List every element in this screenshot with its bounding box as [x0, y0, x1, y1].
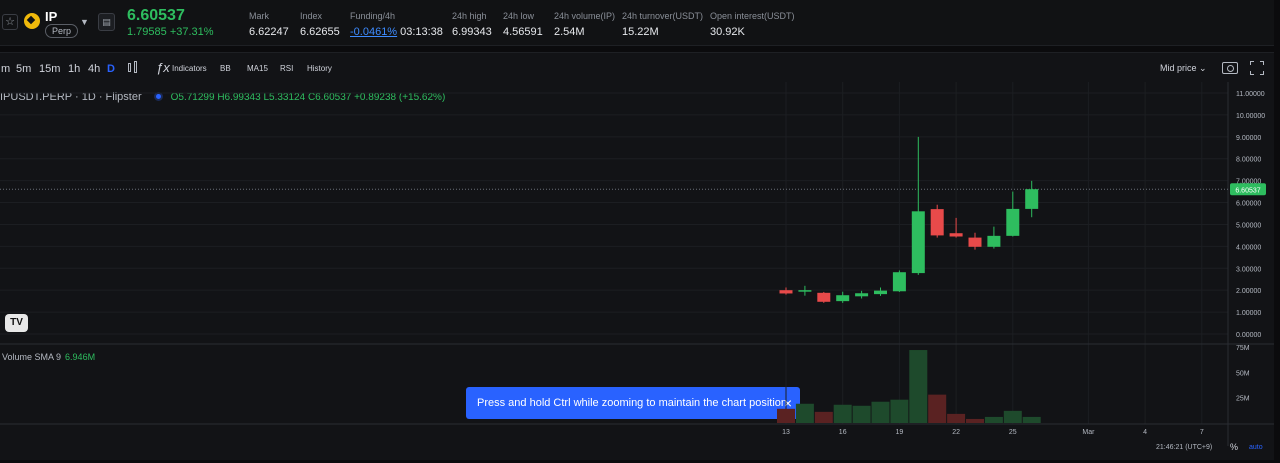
price-chart[interactable]: 11.0000010.000009.000008.000007.000006.0…: [0, 52, 1274, 460]
stat-value: 2.54M: [554, 26, 585, 38]
stat-open-interest: Open interest(USDT) 30.92K: [710, 11, 795, 38]
volume-bar: [947, 413, 966, 423]
price-axis-label: 8.00000: [1236, 157, 1261, 164]
volume-bar: [777, 408, 795, 423]
volume-bar: [795, 403, 814, 423]
candle-body: [779, 290, 793, 294]
price-axis-label: 9.00000: [1236, 135, 1261, 142]
favorite-star-icon[interactable]: ☆: [2, 14, 18, 30]
time-axis-label: 25: [1009, 429, 1017, 436]
candle-body: [874, 290, 887, 295]
candle-body: [1025, 189, 1039, 209]
stat-value: 6.62655: [300, 26, 340, 38]
volume-bar: [852, 405, 871, 423]
price-axis-label: 0.00000: [1236, 332, 1261, 339]
funding-rate-link[interactable]: -0.0461%: [350, 26, 397, 38]
stat-value: 4.56591: [503, 26, 543, 38]
symbol-dropdown-chevron-icon[interactable]: ▼: [80, 17, 89, 27]
volume-axis-label: 75M: [1236, 345, 1250, 352]
stat-funding: Funding/4h -0.0461% 03:13:38: [350, 11, 443, 38]
volume-bar: [966, 418, 984, 423]
time-axis-label: Mar: [1082, 429, 1095, 436]
stat-value: 6.99343: [452, 26, 492, 38]
stat-label: Mark: [249, 11, 269, 21]
price-axis-label: 4.00000: [1236, 244, 1261, 251]
time-axis-label: 19: [896, 429, 904, 436]
coin-logo-icon: [24, 13, 40, 29]
price-axis-label: 10.00000: [1236, 113, 1265, 120]
stat-label: 24h high: [452, 11, 487, 21]
price-change: 1.79585 +37.31%: [127, 26, 214, 38]
last-price: 6.60537: [127, 7, 185, 24]
funding-countdown: 03:13:38: [400, 26, 443, 38]
price-axis-label: 11.00000: [1236, 91, 1265, 98]
stat-value: 6.62247: [249, 26, 289, 38]
volume-axis-label: 50M: [1236, 370, 1250, 377]
stat-index: Index 6.62655: [300, 11, 340, 38]
candle-body: [911, 211, 925, 274]
time-axis-label: 4: [1143, 429, 1147, 436]
stat-label: Open interest(USDT): [710, 11, 795, 21]
stat-24h-low: 24h low 4.56591: [503, 11, 543, 38]
time-axis-label: 13: [782, 429, 790, 436]
candle-body: [1006, 208, 1020, 236]
stat-24h-high: 24h high 6.99343: [452, 11, 492, 38]
candle-body: [949, 233, 963, 237]
volume-bar: [1022, 416, 1041, 423]
ticker-bar: ☆ IP Perp ▼ ▤ 6.60537 1.79585 +37.31% Ma…: [0, 0, 1274, 46]
candle-body: [930, 209, 944, 236]
volume-bar: [814, 411, 833, 423]
stat-24h-volume: 24h volume(IP) 2.54M: [554, 11, 615, 38]
stat-value: 15.22M: [622, 26, 659, 38]
price-axis-label: 5.00000: [1236, 222, 1261, 229]
volume-bar: [909, 350, 928, 423]
candle-body: [798, 290, 812, 292]
last-price-tag-label: 6.60537: [1235, 187, 1260, 194]
time-axis-label: 16: [839, 429, 847, 436]
price-axis-label: 3.00000: [1236, 266, 1261, 273]
volume-bar: [1003, 410, 1022, 423]
symbol-name[interactable]: IP: [45, 9, 57, 24]
contract-info-icon[interactable]: ▤: [98, 13, 115, 31]
price-axis-label: 1.00000: [1236, 310, 1261, 317]
time-axis-label: 22: [952, 429, 960, 436]
stat-value: -0.0461% 03:13:38: [350, 26, 443, 38]
stat-value: 30.92K: [710, 26, 745, 38]
candle-body: [987, 235, 1001, 247]
candle-body: [855, 293, 869, 297]
stat-label: 24h volume(IP): [554, 11, 616, 21]
volume-bar: [928, 394, 947, 423]
volume-axis-label: 25M: [1236, 396, 1250, 403]
stat-label: 24h turnover(USDT): [622, 11, 704, 21]
volume-bar: [890, 399, 909, 423]
candle-body: [892, 272, 906, 292]
volume-bar: [984, 416, 1003, 423]
time-axis-label: 7: [1200, 429, 1204, 436]
candle-body: [817, 292, 831, 302]
volume-bar: [871, 401, 890, 423]
candle-body: [968, 237, 982, 247]
volume-bar: [833, 404, 852, 423]
price-axis-label: 6.00000: [1236, 201, 1261, 208]
stat-label: Index: [300, 11, 323, 21]
stat-label: 24h low: [503, 11, 535, 21]
stat-label: Funding/4h: [350, 11, 396, 21]
perp-badge: Perp: [45, 24, 79, 38]
price-axis-label: 2.00000: [1236, 288, 1261, 295]
stat-mark: Mark 6.62247: [249, 11, 289, 38]
candle-body: [836, 295, 850, 302]
stat-24h-turnover: 24h turnover(USDT) 15.22M: [622, 11, 703, 38]
